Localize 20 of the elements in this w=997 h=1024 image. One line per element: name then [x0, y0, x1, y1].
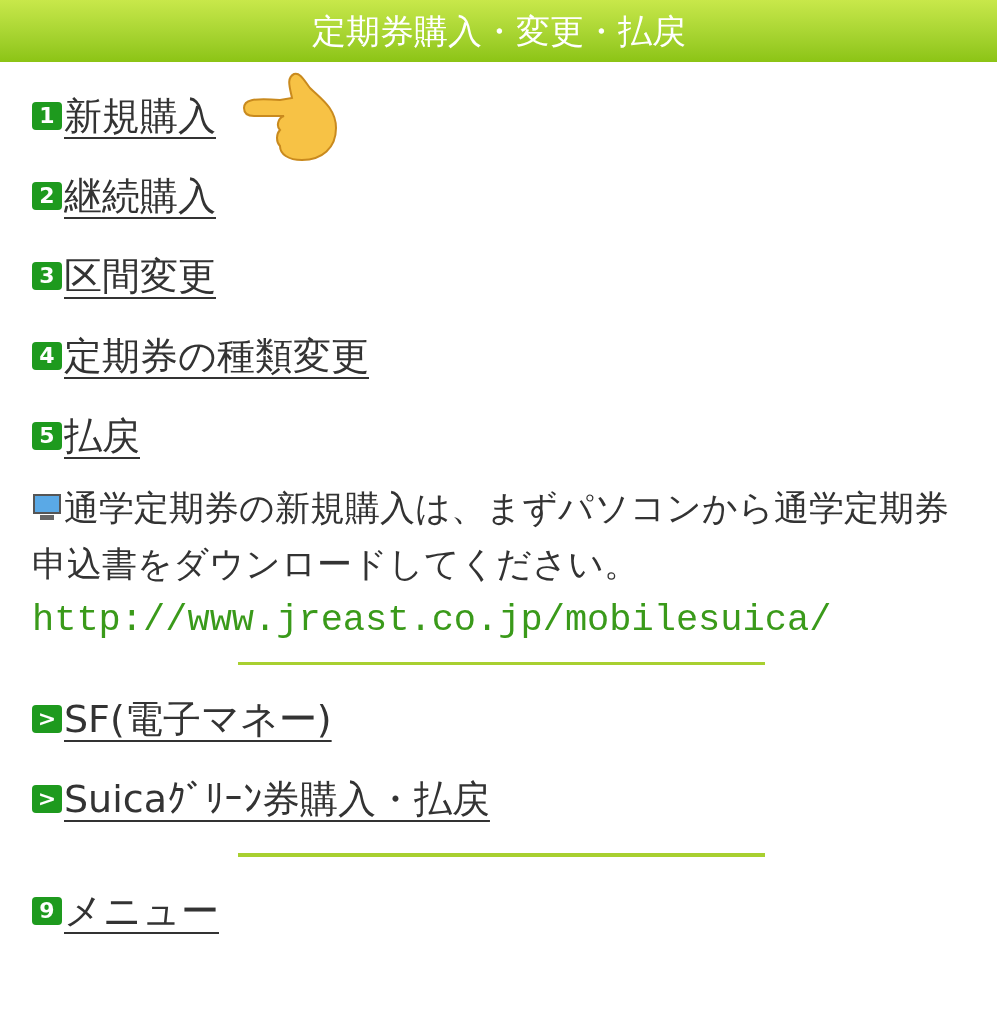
- computer-icon: [32, 492, 62, 522]
- menu-link[interactable]: 継続購入: [64, 167, 216, 225]
- badge-icon: 1: [32, 102, 62, 130]
- badge-icon: 9: [32, 897, 62, 925]
- badge-icon: 4: [32, 342, 62, 370]
- badge-icon: 5: [32, 422, 62, 450]
- menu-link[interactable]: SF(電子マネー): [64, 690, 332, 748]
- badge-icon: >: [32, 705, 62, 733]
- page-title: 定期券購入・変更・払戻: [311, 9, 686, 53]
- badge-icon: 2: [32, 182, 62, 210]
- menu-link[interactable]: 払戻: [64, 407, 140, 465]
- menu-link[interactable]: Suicaｸﾞﾘｰﾝ券購入・払戻: [64, 770, 490, 828]
- menu-link[interactable]: メニュー: [64, 882, 219, 940]
- badge-icon: 3: [32, 262, 62, 290]
- badge-icon: >: [32, 785, 62, 813]
- menu-link[interactable]: 区間変更: [64, 247, 216, 305]
- notice-text: 通学定期券の新規購入は、まずパソコンから通学定期券申込書をダウンロードしてください。: [32, 487, 950, 586]
- menu-link[interactable]: 新規購入: [64, 87, 216, 145]
- menu-link[interactable]: 定期券の種類変更: [64, 327, 369, 385]
- url-link[interactable]: http://www.jreast.co.jp/mobilesuica/: [32, 592, 977, 648]
